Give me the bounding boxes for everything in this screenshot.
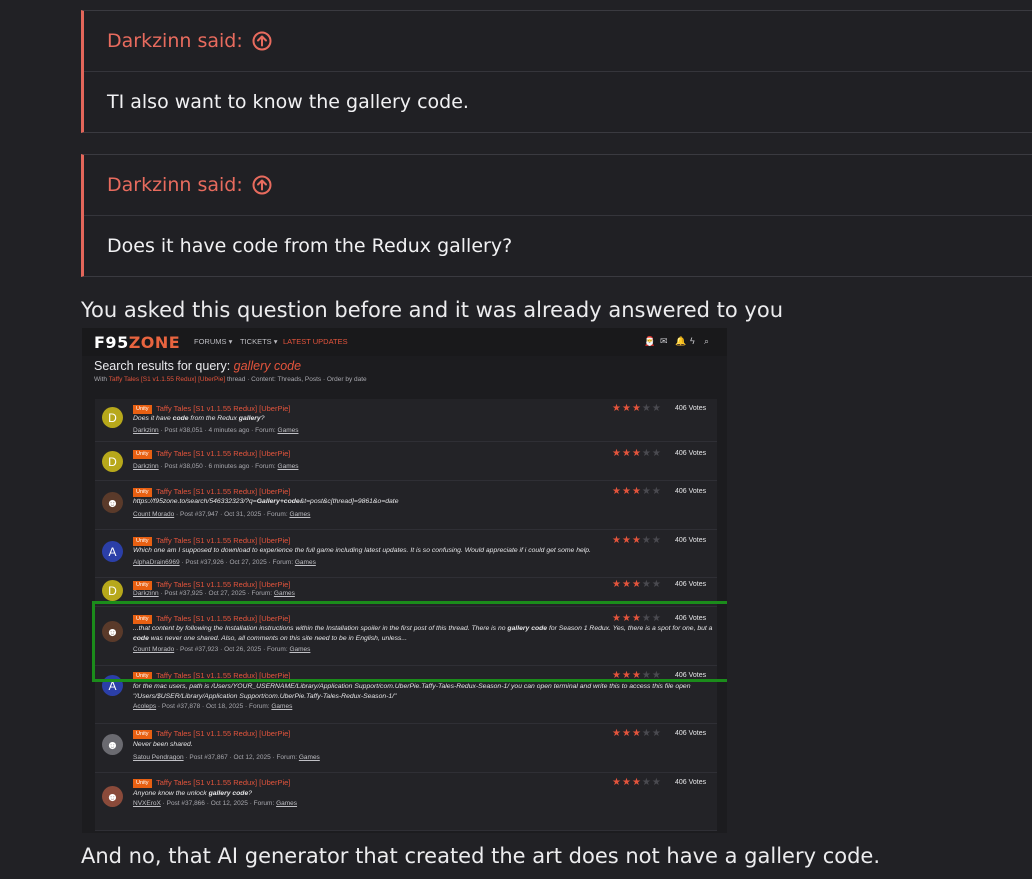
vote-count: 406 Votes (675, 405, 707, 412)
search-result-row[interactable]: D Unity Taffy Tales [S1 v1.1.55 Redux] [Ub… (95, 442, 717, 481)
forum-link[interactable]: Games (274, 590, 295, 597)
quote-block: Darkzinn said: TI also want to know the … (81, 10, 1032, 133)
vote-count: 406 Votes (675, 779, 707, 786)
prefix-tag: Unity (133, 488, 152, 497)
quote-block: Darkzinn said: Does it have code from th… (81, 154, 1032, 277)
nav-latest-updates: LATEST UPDATES (283, 337, 348, 346)
forum-link[interactable]: Games (278, 427, 299, 434)
avatar-icon: 🎅 (644, 336, 656, 346)
forum-link[interactable]: Games (299, 754, 320, 761)
author-link[interactable]: Darkzinn (133, 590, 159, 597)
result-snippet[interactable]: Never been shared. (133, 740, 713, 750)
search-result-row[interactable]: A Unity Taffy Tales [S1 v1.1.55 Redux] [Ub… (95, 530, 717, 578)
embedded-screenshot[interactable]: F95ZONE FORUMS ▾ TICKETS ▾ LATEST UPDATE… (82, 328, 727, 833)
rating-stars: ★★★★★ (612, 448, 662, 459)
search-result-row[interactable]: ☻ Unity Taffy Tales [S1 v1.1.55 Redux] [Ub… (95, 773, 717, 831)
quote-author[interactable]: Darkzinn said: (107, 30, 243, 52)
result-meta: Satou Pendragon · Post #37,867 · Oct 12,… (133, 754, 320, 761)
prefix-tag: Unity (133, 405, 152, 414)
avatar[interactable]: ☻ (102, 786, 123, 807)
author-link[interactable]: NVXEroX (133, 800, 161, 807)
rating-stars: ★★★★★ (612, 777, 662, 788)
author-link[interactable]: Satou Pendragon (133, 754, 184, 761)
author-link[interactable]: Darkzinn (133, 463, 159, 470)
forum-link[interactable]: Games (289, 511, 310, 518)
rating-stars: ★★★★★ (612, 486, 662, 497)
quote-header[interactable]: Darkzinn said: (84, 11, 1032, 72)
quote-header[interactable]: Darkzinn said: (84, 155, 1032, 216)
thread-title-link[interactable]: Taffy Tales [S1 v1.1.55 Redux] [UberPie] (156, 404, 290, 413)
rating-stars: ★★★★★ (612, 579, 662, 590)
jump-to-quote-icon[interactable] (252, 175, 272, 195)
search-result-row[interactable]: D Unity Taffy Tales [S1 v1.1.55 Redux] [Ub… (95, 399, 717, 442)
avatar[interactable]: D (102, 451, 123, 472)
quote-author[interactable]: Darkzinn said: (107, 174, 243, 196)
thread-title-link[interactable]: Taffy Tales [S1 v1.1.55 Redux] [UberPie] (156, 536, 290, 545)
author-link[interactable]: Darkzinn (133, 427, 159, 434)
search-icon: ⌕ (704, 336, 710, 346)
result-snippet[interactable]: Anyone know the unlock gallery code? (133, 789, 713, 799)
quote-text: Does it have code from the Redux gallery… (107, 235, 513, 257)
result-meta: AlphaDrain6969 · Post #37,926 · Oct 27, … (133, 559, 316, 566)
author-link[interactable]: Acoleps (133, 703, 156, 710)
thread-title-link[interactable]: Taffy Tales [S1 v1.1.55 Redux] [UberPie] (156, 729, 290, 738)
vote-count: 406 Votes (675, 537, 707, 544)
result-meta: Count Morado · Post #37,947 · Oct 31, 20… (133, 511, 311, 518)
mail-icon: ✉ (660, 336, 668, 346)
avatar[interactable]: ☻ (102, 734, 123, 755)
avatar[interactable]: ☻ (102, 492, 123, 513)
search-title: Search results for query: gallery code (94, 359, 302, 373)
result-meta: Darkzinn · Post #38,051 · 4 minutes ago … (133, 427, 299, 434)
search-result-row[interactable]: ☻ Unity Taffy Tales [S1 v1.1.55 Redux] [Ub… (95, 724, 717, 773)
site-header: F95ZONE FORUMS ▾ TICKETS ▾ LATEST UPDATE… (82, 328, 727, 356)
search-subtitle: With Taffy Tales [S1 v1.1.55 Redux] [Ube… (94, 376, 367, 383)
forum-link[interactable]: Games (278, 463, 299, 470)
thread-title-link[interactable]: Taffy Tales [S1 v1.1.55 Redux] [UberPie] (156, 580, 290, 589)
highlight-box (92, 601, 727, 682)
nav-forums: FORUMS ▾ (194, 337, 233, 346)
avatar[interactable]: A (102, 541, 123, 562)
prefix-tag: Unity (133, 581, 152, 590)
reply-text: And no, that AI generator that created t… (81, 844, 881, 868)
result-snippet[interactable]: https://f95zone.to/search/546332323/?q=G… (133, 497, 713, 507)
forum-link[interactable]: Games (276, 800, 297, 807)
prefix-tag: Unity (133, 537, 152, 546)
rating-stars: ★★★★★ (612, 728, 662, 739)
vote-count: 406 Votes (675, 730, 707, 737)
reply-text: You asked this question before and it wa… (81, 298, 784, 322)
prefix-tag: Unity (133, 450, 152, 459)
forum-link[interactable]: Games (271, 703, 292, 710)
result-meta: Darkzinn · Post #37,925 · Oct 27, 2025 ·… (133, 590, 295, 597)
result-snippet[interactable]: for the mac users, path is /Users/YOUR_U… (133, 682, 713, 702)
result-meta: Acoleps · Post #37,878 · Oct 18, 2025 · … (133, 703, 293, 710)
prefix-tag: Unity (133, 730, 152, 739)
avatar[interactable]: D (102, 407, 123, 428)
jump-to-quote-icon[interactable] (252, 31, 272, 51)
bell-icon: 🔔 (675, 336, 687, 346)
rating-stars: ★★★★★ (612, 403, 662, 414)
site-logo: F95ZONE (94, 333, 181, 352)
avatar[interactable]: D (102, 580, 123, 601)
prefix-tag: Unity (133, 779, 152, 788)
thread-title-link[interactable]: Taffy Tales [S1 v1.1.55 Redux] [UberPie] (156, 778, 290, 787)
result-snippet[interactable]: Does it have code from the Redux gallery… (133, 414, 713, 424)
bolt-icon: ϟ (690, 336, 695, 346)
author-link[interactable]: Count Morado (133, 511, 174, 518)
thread-title-link[interactable]: Taffy Tales [S1 v1.1.55 Redux] [UberPie] (156, 449, 290, 458)
result-snippet[interactable]: Which one am I supposed to download to e… (133, 546, 713, 556)
vote-count: 406 Votes (675, 488, 707, 495)
search-result-row[interactable]: ☻ Unity Taffy Tales [S1 v1.1.55 Redux] [Ub… (95, 481, 717, 530)
vote-count: 406 Votes (675, 450, 707, 457)
forum-post: Darkzinn said: TI also want to know the … (0, 0, 1032, 879)
result-meta: NVXEroX · Post #37,866 · Oct 12, 2025 · … (133, 800, 298, 807)
result-meta: Darkzinn · Post #38,050 · 6 minutes ago … (133, 463, 299, 470)
nav-tickets: TICKETS ▾ (240, 337, 278, 346)
rating-stars: ★★★★★ (612, 535, 662, 546)
vote-count: 406 Votes (675, 581, 707, 588)
quote-text: TI also want to know the gallery code. (107, 91, 469, 113)
thread-title-link[interactable]: Taffy Tales [S1 v1.1.55 Redux] [UberPie] (156, 487, 290, 496)
forum-link[interactable]: Games (295, 559, 316, 566)
author-link[interactable]: AlphaDrain6969 (133, 559, 180, 566)
